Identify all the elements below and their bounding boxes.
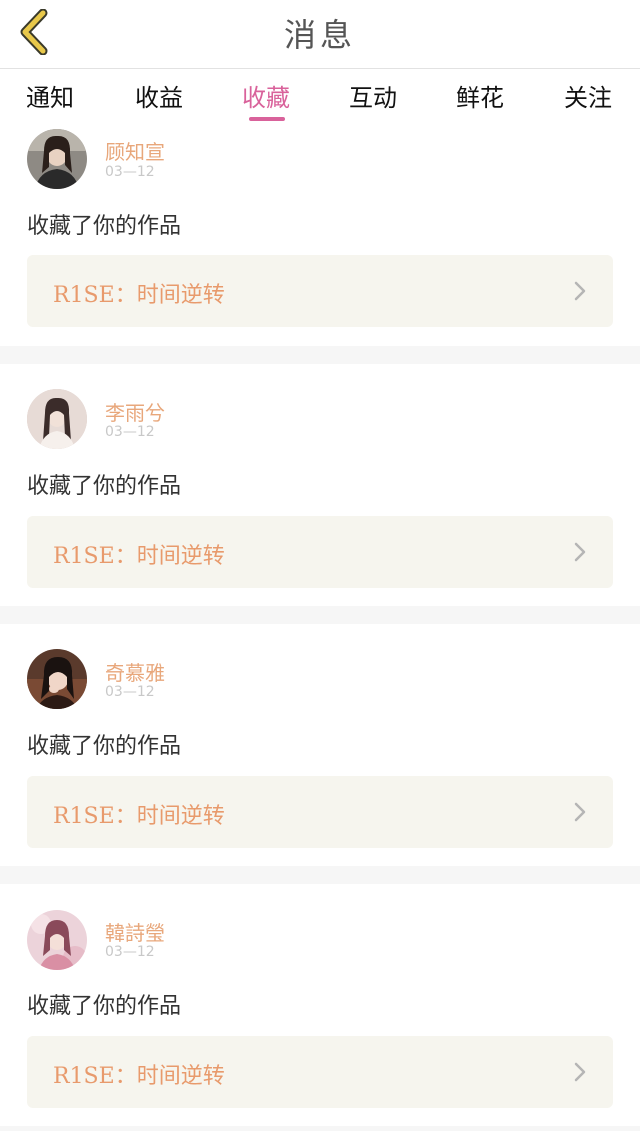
work-link[interactable]: R1SE：时间逆转: [27, 776, 613, 848]
chevron-right-icon: [574, 802, 586, 822]
tab-bar: 通知 收益 收藏 互动 鲜花 关注: [0, 70, 640, 124]
message-action-text: 收藏了你的作品: [27, 214, 182, 239]
tab-follows[interactable]: 关注: [564, 78, 612, 113]
user-name[interactable]: 李雨兮: [105, 397, 165, 426]
messages-screen: 消息 通知 收益 收藏 互动 鲜花 关注 顾知宣 03—12 收藏了你的作品 R…: [0, 0, 640, 1131]
message-card: 韓詩瑩 03—12 收藏了你的作品 R1SE：时间逆转: [0, 884, 640, 1126]
section-divider: [0, 866, 640, 884]
work-link[interactable]: R1SE：时间逆转: [27, 255, 613, 327]
active-tab-indicator: [249, 117, 285, 121]
work-title: R1SE：时间逆转: [53, 283, 225, 308]
tab-earnings[interactable]: 收益: [135, 78, 183, 113]
chevron-right-icon: [574, 1062, 586, 1082]
avatar[interactable]: [27, 649, 87, 709]
message-action-text: 收藏了你的作品: [27, 734, 182, 759]
work-title: R1SE：时间逆转: [53, 1064, 225, 1089]
message-date: 03—12: [105, 164, 155, 180]
message-action-text: 收藏了你的作品: [27, 994, 182, 1019]
chevron-right-icon: [574, 542, 586, 562]
avatar[interactable]: [27, 910, 87, 970]
message-date: 03—12: [105, 684, 155, 700]
message-card: 李雨兮 03—12 收藏了你的作品 R1SE：时间逆转: [0, 364, 640, 606]
tab-interactions[interactable]: 互动: [349, 78, 397, 113]
message-date: 03—12: [105, 424, 155, 440]
tab-flowers[interactable]: 鲜花: [456, 78, 504, 113]
tab-notifications[interactable]: 通知: [26, 78, 74, 113]
section-divider: [0, 606, 640, 624]
section-divider: [0, 1126, 640, 1131]
user-name[interactable]: 韓詩瑩: [105, 917, 165, 946]
user-name[interactable]: 奇慕雅: [105, 657, 165, 686]
message-card: 顾知宣 03—12 收藏了你的作品 R1SE：时间逆转: [0, 124, 640, 346]
message-action-text: 收藏了你的作品: [27, 474, 182, 499]
user-name[interactable]: 顾知宣: [105, 136, 165, 165]
work-link[interactable]: R1SE：时间逆转: [27, 516, 613, 588]
work-title: R1SE：时间逆转: [53, 544, 225, 569]
tab-favorites[interactable]: 收藏: [242, 78, 290, 113]
work-title: R1SE：时间逆转: [53, 804, 225, 829]
work-link[interactable]: R1SE：时间逆转: [27, 1036, 613, 1108]
message-date: 03—12: [105, 944, 155, 960]
avatar[interactable]: [27, 129, 87, 189]
message-card: 奇慕雅 03—12 收藏了你的作品 R1SE：时间逆转: [0, 624, 640, 866]
page-title: 消息: [283, 16, 356, 54]
header-bar: 消息: [0, 0, 640, 69]
avatar[interactable]: [27, 389, 87, 449]
chevron-right-icon: [574, 281, 586, 301]
section-divider: [0, 346, 640, 364]
